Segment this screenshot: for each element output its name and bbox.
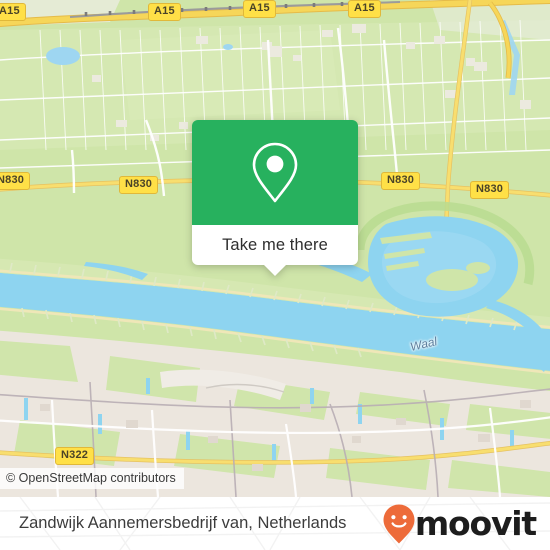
- moovit-logo[interactable]: moovit: [382, 497, 537, 550]
- road-shield-n830-3: N830: [381, 172, 421, 190]
- osm-attribution[interactable]: © OpenStreetMap contributors: [0, 468, 184, 489]
- road-shield-n830-4: N830: [470, 181, 510, 199]
- moovit-wordmark: moovit: [414, 504, 537, 543]
- road-shield-n830-1: N830: [0, 172, 31, 190]
- road-shield-a15-1: A15: [0, 3, 26, 21]
- callout-icon-panel: [192, 120, 358, 225]
- road-shield-a15-3: A15: [243, 0, 276, 18]
- road-shield-a15-4: A15: [348, 0, 381, 18]
- moovit-smiley-pin-icon: [383, 504, 415, 543]
- callout-action-panel[interactable]: Take me there: [192, 225, 358, 276]
- map-screenshot: A15 A15 A15 A15 N830 N830 N830 N830 N322…: [0, 0, 550, 550]
- callout-pointer: [263, 264, 287, 276]
- map-pin-icon: [252, 142, 298, 202]
- location-callout[interactable]: Take me there: [192, 120, 358, 276]
- take-me-there-label: Take me there: [222, 235, 328, 254]
- location-title: Zandwijk Aannemersbedrijf van, Netherlan…: [19, 514, 347, 532]
- footer-bar: Zandwijk Aannemersbedrijf van, Netherlan…: [0, 497, 550, 550]
- road-shield-n322: N322: [55, 447, 95, 465]
- road-shield-n830-2: N830: [119, 176, 159, 194]
- road-shield-a15-2: A15: [148, 3, 181, 21]
